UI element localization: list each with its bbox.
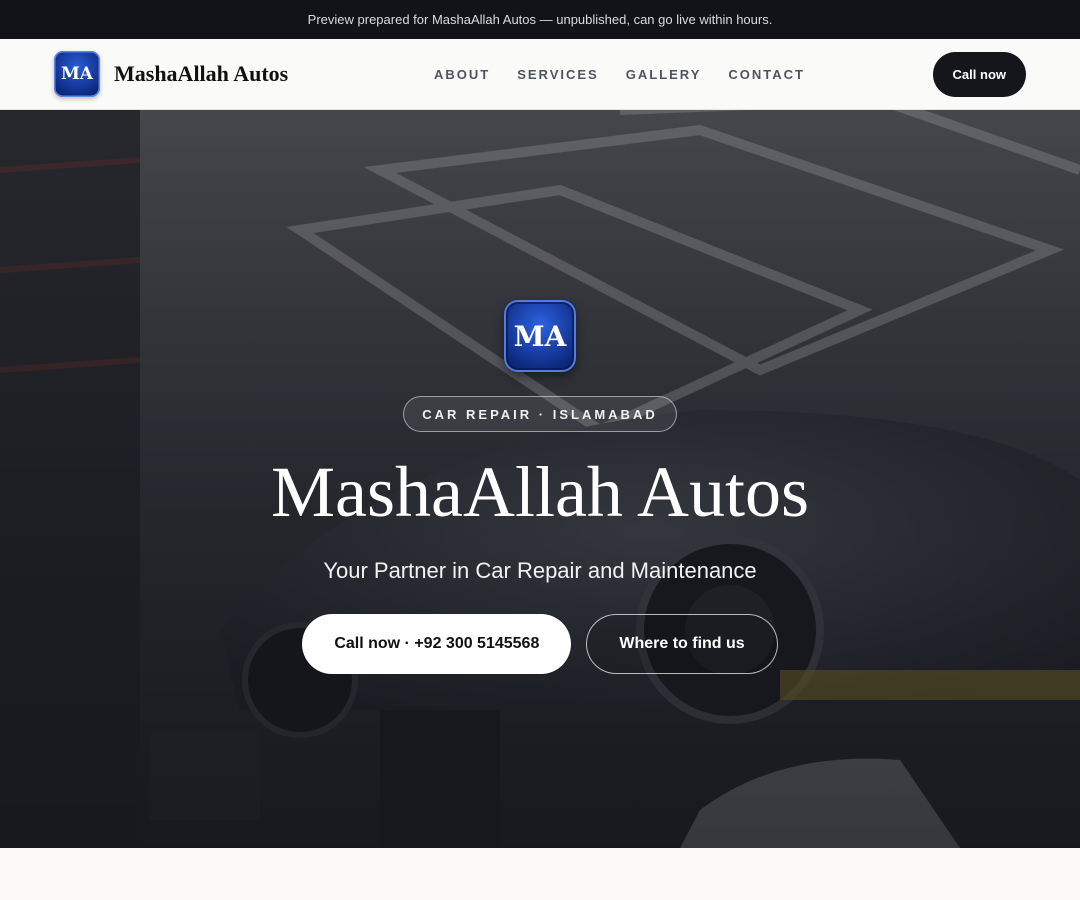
hero-logo-badge: MA bbox=[504, 300, 576, 372]
nav-gallery[interactable]: GALLERY bbox=[626, 67, 702, 82]
nav-contact[interactable]: CONTACT bbox=[728, 67, 805, 82]
call-phone-button[interactable]: Call now · +92 300 5145568 bbox=[302, 614, 572, 674]
where-to-find-us-button[interactable]: Where to find us bbox=[586, 614, 778, 674]
hero-section: MA CAR REPAIR · ISLAMABAD MashaAllah Aut… bbox=[0, 110, 1080, 848]
logo-badge: MA bbox=[54, 51, 100, 97]
preview-banner-text: Preview prepared for MashaAllah Autos — … bbox=[307, 12, 773, 27]
brand-link[interactable]: MA MashaAllah Autos bbox=[54, 51, 288, 97]
nav-about[interactable]: ABOUT bbox=[434, 67, 490, 82]
call-now-button[interactable]: Call now bbox=[932, 52, 1026, 97]
preview-banner: Preview prepared for MashaAllah Autos — … bbox=[0, 0, 1080, 39]
nav-services[interactable]: SERVICES bbox=[517, 67, 599, 82]
main-nav: ABOUT SERVICES GALLERY CONTACT bbox=[434, 39, 805, 109]
brand-name: MashaAllah Autos bbox=[114, 61, 289, 86]
hero-tag-pill: CAR REPAIR · ISLAMABAD bbox=[403, 396, 677, 432]
hero-title: MashaAllah Autos bbox=[271, 452, 809, 532]
hero-subtitle: Your Partner in Car Repair and Maintenan… bbox=[323, 558, 757, 583]
hero-content: MA CAR REPAIR · ISLAMABAD MashaAllah Aut… bbox=[0, 110, 1080, 848]
site-header: MA MashaAllah Autos ABOUT SERVICES GALLE… bbox=[0, 39, 1080, 110]
hero-actions: Call now · +92 300 5145568 Where to find… bbox=[302, 614, 778, 674]
